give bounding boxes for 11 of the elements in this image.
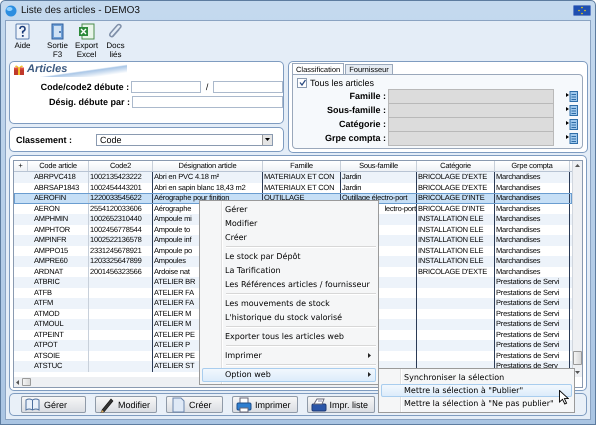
field-label: Classement : (16, 134, 74, 144)
checkbox-label: Tous les articles (310, 78, 374, 88)
field-label: Désig. débute par : (48, 97, 130, 107)
field-label: Sous-famille : (326, 105, 387, 115)
field-label: Catégorie : (338, 119, 387, 129)
separator-text: / (204, 82, 210, 92)
field-label: Famille : (348, 91, 387, 101)
section-title: Articles (27, 63, 128, 77)
window-title: Liste des articles - DEMO3 (21, 5, 140, 16)
field-label: Grpe compta : (324, 133, 387, 143)
field-label: Code/code2 débute : (40, 82, 130, 92)
